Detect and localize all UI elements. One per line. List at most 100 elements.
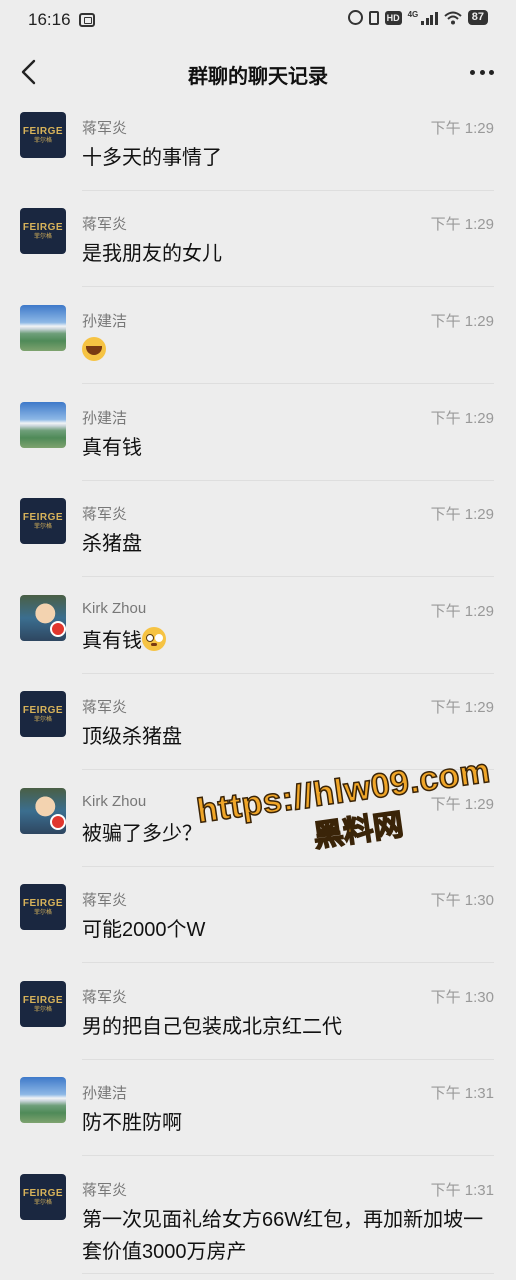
avatar[interactable] [20,402,66,448]
divider [82,190,494,191]
avatar[interactable]: FEIRGE 菲尔格 [20,691,66,737]
signal-icon [421,11,438,25]
message-time: 下午 1:29 [430,603,494,620]
message-time: 下午 1:30 [430,892,494,909]
message-text: 十多天的事情了 [82,147,222,169]
message-item[interactable]: FEIRGE 菲尔格 蒋军炎 下午 1:29 顶级杀猪盘 [0,687,516,783]
message-item[interactable]: 孙建洁 下午 1:29 真有钱 [0,398,516,494]
more-button[interactable] [466,58,498,86]
divider [82,1273,494,1274]
message-text: 防不胜防啊 [82,1112,182,1134]
avatar[interactable]: FEIRGE 菲尔格 [20,208,66,254]
divider [82,769,494,770]
message-text: 被骗了多少？ [82,823,202,845]
sender-name: 孙建洁 [82,313,128,330]
message-text: 杀猪盘 [82,533,142,555]
avatar-logo-subtext: 菲尔格 [33,909,52,916]
divider [82,480,494,481]
message-text: 男的把自己包装成北京红二代 [82,1016,342,1038]
message-text: 是我朋友的女儿 [82,243,222,265]
message-item[interactable]: FEIRGE 菲尔格 蒋军炎 下午 1:29 是我朋友的女儿 [0,204,516,300]
avatar-logo-subtext: 菲尔格 [33,233,52,240]
message-item[interactable]: 孙建洁 下午 1:29 [0,301,516,397]
sender-name: 蒋军炎 [82,120,128,137]
more-dot [479,69,485,75]
message-content: 男的把自己包装成北京红二代 [82,1011,502,1043]
divider [82,383,494,384]
sender-name: 蒋军炎 [82,1182,128,1199]
avatar-logo-subtext: 菲尔格 [33,523,52,530]
avatar[interactable]: FEIRGE 菲尔格 [20,884,66,930]
avatar-logo-text: FEIRGE [22,1187,64,1199]
avatar-logo-text: FEIRGE [22,511,64,523]
sender-name: Kirk Zhou [82,600,147,617]
message-text: 真有钱 [82,437,142,459]
message-content: 是我朋友的女儿 [82,238,502,270]
wifi-icon [444,11,462,24]
divider [82,1059,494,1060]
status-time: 16:16 [28,10,71,29]
avatar-logo-text: FEIRGE [22,125,64,137]
hd-icon: HD [384,10,402,25]
avatar[interactable]: FEIRGE 菲尔格 [20,112,66,158]
divider [82,1155,494,1156]
more-dot [489,69,494,75]
message-item[interactable]: Kirk Zhou 下午 1:29 真有钱 [0,591,516,687]
avatar-logo-subtext: 菲尔格 [33,716,52,723]
message-time: 下午 1:29 [430,699,494,716]
message-time: 下午 1:29 [430,120,494,137]
message-text: 可能2000个W [82,919,206,941]
avatar[interactable] [20,1077,66,1123]
sender-name: 蒋军炎 [82,892,128,909]
message-time: 下午 1:31 [430,1085,494,1102]
avatar[interactable]: FEIRGE 菲尔格 [20,981,66,1027]
message-item[interactable]: FEIRGE 菲尔格 蒋军炎 下午 1:29 杀猪盘 [0,494,516,590]
avatar-badge-icon [50,621,66,637]
message-content: 可能2000个W [82,914,502,946]
avatar-logo-text: FEIRGE [22,994,64,1006]
avatar[interactable]: FEIRGE 菲尔格 [20,498,66,544]
avatar-logo-text: FEIRGE [22,704,64,716]
message-time: 下午 1:30 [430,989,494,1006]
message-text: 第一次见面礼给女方66W红包，再加新加坡一套价值3000万房产 [82,1209,484,1263]
avatar-logo-subtext: 菲尔格 [33,137,52,144]
divider [82,576,494,577]
sender-name: 蒋军炎 [82,699,128,716]
message-item[interactable]: FEIRGE 菲尔格 蒋军炎 下午 1:30 可能2000个W [0,880,516,976]
message-item[interactable]: FEIRGE 菲尔格 蒋军炎 下午 1:30 男的把自己包装成北京红二代 [0,977,516,1073]
message-time: 下午 1:29 [430,216,494,233]
divider [82,286,494,287]
status-icons: HD 4G 87 [347,10,488,25]
sender-name: 孙建洁 [82,1085,128,1102]
message-text: 顶级杀猪盘 [82,726,182,748]
sender-name: Kirk Zhou [82,793,147,810]
sender-name: 孙建洁 [82,410,128,427]
more-dots-icon [470,69,475,75]
divider [82,866,494,867]
message-time: 下午 1:29 [430,313,494,330]
message-item[interactable]: FEIRGE 菲尔格 蒋军炎 下午 1:31 第一次见面礼给女方66W红包，再加新加坡一… [0,1170,516,1274]
message-content: 十多天的事情了 [82,142,502,174]
message-content: 被骗了多少？ [82,818,502,850]
message-content: 真有钱 [82,432,502,464]
avatar[interactable] [20,305,66,351]
message-content: 第一次见面礼给女方66W红包，再加新加坡一套价值3000万房产 [82,1204,502,1268]
status-bar: 16:16 HD 4G 87 [0,0,516,40]
page-title: 群聊的聊天记录 [188,66,328,88]
message-content: 真有钱 [82,625,502,657]
message-item[interactable]: 孙建洁 下午 1:31 防不胜防啊 [0,1073,516,1169]
title-bar: 群聊的聊天记录 [0,40,516,104]
message-item[interactable]: FEIRGE 菲尔格 蒋军炎 下午 1:29 十多天的事情了 [0,108,516,204]
message-content: 防不胜防啊 [82,1107,502,1139]
message-list[interactable]: FEIRGE 菲尔格 蒋军炎 下午 1:29 十多天的事情了 FEIRGE 菲尔格 蒋军炎 下午… [0,104,516,1280]
message-time: 下午 1:29 [430,410,494,427]
message-time: 下午 1:29 [430,506,494,523]
battery-level: 87 [467,10,488,25]
message-item[interactable]: Kirk Zhou 下午 1:29 被骗了多少？ [0,784,516,880]
laugh-cry-emoji-icon [82,337,106,361]
avatar-logo-subtext: 菲尔格 [33,1199,52,1206]
sender-name: 蒋军炎 [82,216,128,233]
network-type: 4G [407,10,419,19]
message-time: 下午 1:31 [430,1182,494,1199]
avatar[interactable]: FEIRGE 菲尔格 [20,1174,66,1220]
